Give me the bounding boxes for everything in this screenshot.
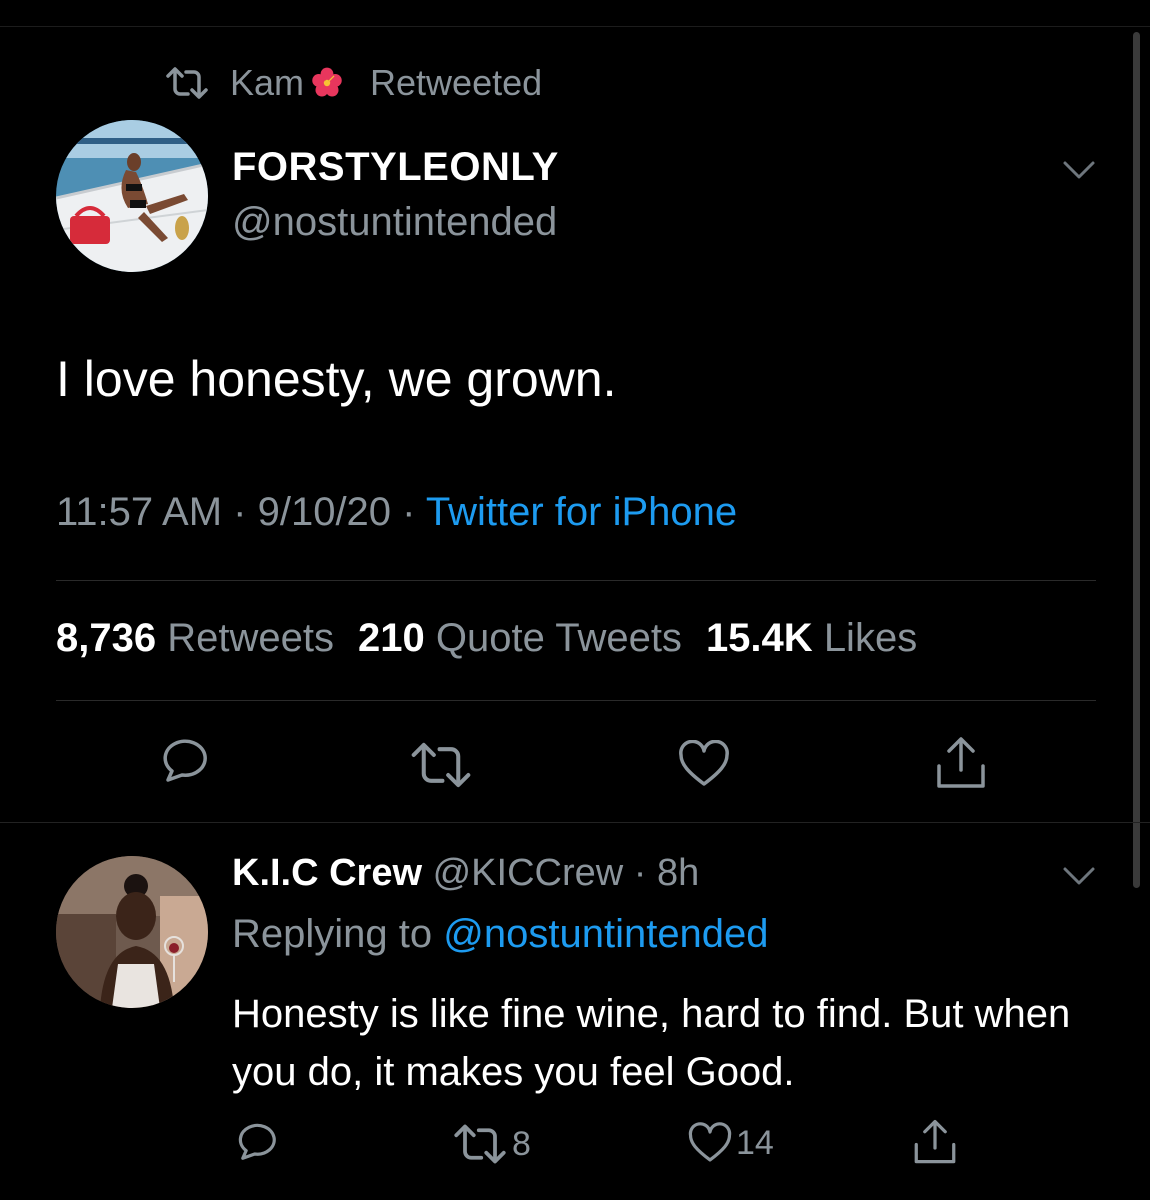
meta-separator: · bbox=[391, 490, 426, 534]
reply-reply-button[interactable] bbox=[236, 1122, 280, 1164]
reply-header: K.I.C Crew @KICCrew · 8h bbox=[232, 852, 699, 895]
reply-retweet-button[interactable]: 8 bbox=[452, 1124, 531, 1164]
hibiscus-icon bbox=[312, 67, 342, 97]
likes-stat[interactable]: 15.4K Likes bbox=[706, 616, 917, 660]
retweets-label: Retweets bbox=[167, 616, 334, 660]
reply-like-count: 14 bbox=[736, 1123, 774, 1162]
reply-avatar[interactable] bbox=[56, 856, 208, 1008]
chevron-down-icon[interactable] bbox=[1062, 866, 1096, 886]
tweet-text: I love honesty, we grown. bbox=[56, 351, 617, 407]
reply-icon bbox=[238, 1123, 276, 1160]
user-handle[interactable]: @nostuntintended bbox=[232, 200, 557, 245]
retweet-icon bbox=[454, 1124, 506, 1164]
retweet-small-icon bbox=[166, 67, 208, 99]
retweeted-label: Retweeted bbox=[370, 62, 543, 103]
divider bbox=[0, 822, 1150, 823]
reply-retweet-count: 8 bbox=[512, 1124, 531, 1163]
reply-like-button[interactable]: 14 bbox=[688, 1122, 774, 1164]
tweet-source-link[interactable]: Twitter for iPhone bbox=[426, 490, 737, 534]
reply-separator: · bbox=[623, 852, 657, 894]
reply-display-name[interactable]: K.I.C Crew bbox=[232, 852, 422, 894]
retweets-stat[interactable]: 8,736 Retweets bbox=[56, 616, 334, 660]
share-icon bbox=[937, 737, 985, 788]
reply-button[interactable] bbox=[160, 738, 212, 786]
quote-tweets-count: 210 bbox=[357, 616, 425, 660]
meta-separator: · bbox=[222, 490, 258, 534]
retweet-icon bbox=[411, 742, 471, 788]
reply-handle[interactable]: @KICCrew bbox=[433, 852, 624, 894]
reply-avatar-photo bbox=[56, 856, 208, 1008]
retweet-context[interactable]: Kam Retweeted bbox=[166, 60, 542, 106]
avatar-photo bbox=[56, 120, 208, 272]
avatar[interactable] bbox=[56, 120, 208, 272]
chevron-down-icon[interactable] bbox=[1062, 160, 1096, 180]
retweets-count: 8,736 bbox=[56, 616, 157, 660]
reply-text: Honesty is like fine wine, hard to find.… bbox=[232, 992, 1071, 1094]
tweet-time: 11:57 AM bbox=[56, 490, 223, 534]
tweet-meta: 11:57 AM · 9/10/20 · Twitter for iPhone bbox=[56, 490, 737, 535]
scrollbar[interactable] bbox=[1133, 32, 1140, 888]
share-icon bbox=[914, 1119, 956, 1164]
replying-to: Replying to @nostuntintended bbox=[232, 912, 769, 957]
reply-icon bbox=[163, 739, 207, 782]
replying-mention[interactable]: @nostuntintended bbox=[443, 912, 768, 956]
like-icon bbox=[688, 1122, 732, 1162]
reply-age: 8h bbox=[656, 852, 700, 894]
like-button[interactable] bbox=[678, 740, 730, 788]
replying-label: Replying to bbox=[232, 912, 433, 956]
retweet-button[interactable] bbox=[408, 742, 474, 788]
divider bbox=[56, 580, 1096, 581]
quote-tweets-label: Quote Tweets bbox=[435, 616, 682, 660]
like-icon bbox=[679, 740, 729, 786]
top-divider bbox=[0, 26, 1150, 27]
retweeter-name[interactable]: Kam bbox=[230, 62, 304, 104]
reply-share-button[interactable] bbox=[912, 1118, 958, 1166]
likes-label: Likes bbox=[823, 616, 918, 660]
quote-tweets-stat[interactable]: 210 Quote Tweets bbox=[358, 616, 682, 660]
display-name[interactable]: FORSTYLEONLY bbox=[232, 145, 559, 190]
engagement-stats: 8,736 Retweets 210 Quote Tweets 15.4K Like… bbox=[56, 616, 917, 661]
tweet-date: 9/10/20 bbox=[257, 490, 392, 534]
share-button[interactable] bbox=[934, 736, 988, 790]
likes-count: 15.4K bbox=[705, 616, 813, 660]
divider bbox=[56, 700, 1096, 701]
